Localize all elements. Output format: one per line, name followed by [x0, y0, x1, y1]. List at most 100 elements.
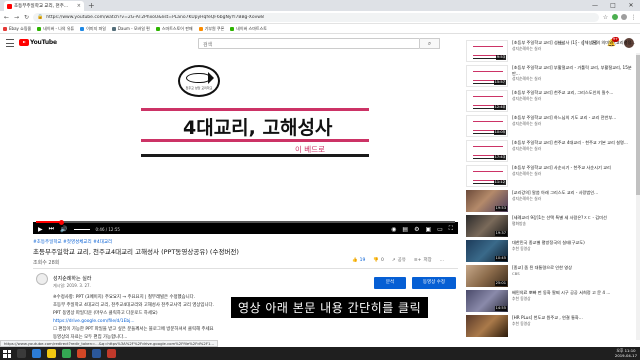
more-actions-button[interactable]: ... [440, 258, 444, 263]
analytics-button[interactable]: 분석 [374, 277, 406, 289]
extension-icon[interactable] [612, 14, 618, 20]
autoplay-toggle-icon[interactable]: ◉ [391, 226, 396, 233]
video-thumbnail[interactable]: 25:01 [466, 265, 508, 287]
forward-icon[interactable]: → [13, 14, 20, 21]
recommended-video[interactable]: 14:55 배민의료 뽀빠 펀 동화 팔찌 시구 공공 서희정 고 문 4 ...… [466, 290, 636, 312]
view-count: 조회수 28회 [33, 260, 60, 266]
video-duration: 25:01 [494, 281, 507, 286]
page-scrollbar[interactable] [636, 53, 640, 340]
video-frame[interactable]: 천주교 성당 교리학교 4대교리, 고해성사 이 베드로 [33, 53, 458, 222]
scrollbar-thumb[interactable] [636, 55, 640, 195]
bookmark-favicon-icon [230, 26, 235, 31]
video-thumbnail[interactable]: 11:12 [466, 165, 508, 187]
browser-menu-icon[interactable]: ⋮ [630, 14, 637, 21]
captions-icon[interactable]: ▤ [402, 226, 408, 233]
url-field[interactable]: 🔒 https://www.youtube.com/watch?v=2G-AT2… [33, 12, 599, 22]
bookmark-item[interactable]: 스마트스토어 판매 [155, 26, 193, 32]
reload-icon[interactable]: ↻ [23, 14, 30, 21]
video-thumbnail[interactable]: 10:45 [466, 240, 508, 262]
settings-gear-icon[interactable]: ⚙ [414, 226, 419, 233]
link-status-bar: https://www.youtube.com/redirect?redir_t… [0, 340, 219, 347]
like-button[interactable]: 👍 19 [352, 258, 365, 263]
video-thumbnail[interactable]: 19:53 [466, 190, 508, 212]
miniplayer-icon[interactable]: ▣ [425, 226, 431, 233]
video-progress-bar[interactable] [36, 219, 455, 225]
hamburger-menu-icon[interactable] [6, 39, 14, 47]
bookmark-item[interactable]: Daum - 모바일 편 [111, 26, 150, 32]
thumbs-up-icon: 👍 [352, 257, 358, 263]
profile-icon[interactable] [621, 14, 627, 20]
recommended-video-channel: 성지순례하는 실라 [512, 170, 542, 176]
recommended-video-title[interactable]: [초등부 주일학교 교리] 부활절교리 - 가톨릭 교리, 부활절교리, 15분… [512, 65, 636, 76]
browser-tab-strip: 초등부주일학교 교리, 천주... × + — □ ✕ [0, 0, 640, 11]
video-player[interactable]: 천주교 성당 교리학교 4대교리, 고해성사 이 베드로 ▶ ⏭ 🔊 0:46 … [33, 53, 458, 234]
media-app-icon[interactable] [107, 349, 116, 358]
word-icon[interactable] [92, 349, 101, 358]
recommended-video-channel: 성지순례하는 실라 [512, 195, 542, 201]
video-duration: 14:55 [494, 306, 507, 311]
bookmark-star-icon[interactable]: ☆ [602, 14, 609, 21]
maximize-button[interactable]: □ [604, 0, 622, 11]
video-thumbnail[interactable]: 9:53 [466, 40, 508, 62]
video-thumbnail[interactable]: 14:55 [466, 290, 508, 312]
description-link[interactable]: https://drive.google.com/file/d/1Ebj... [53, 318, 413, 326]
video-thumbnail[interactable]: 17:43 [466, 140, 508, 162]
video-thumbnail[interactable]: 10:05 [466, 115, 508, 137]
video-thumbnail[interactable]: 19:37 [466, 215, 508, 237]
recommended-video[interactable]: 15:57 [초등부 주일학교 교리] 부활절교리 - 가톨릭 교리, 부활절교리… [466, 65, 636, 87]
task-view-icon[interactable] [17, 349, 26, 358]
video-thumbnail[interactable] [466, 315, 508, 337]
back-icon[interactable]: ← [3, 14, 10, 21]
new-tab-button[interactable]: + [88, 1, 95, 10]
edge-browser-icon[interactable] [32, 349, 41, 358]
recommended-video-title[interactable]: [초등부 주일학교 교리] 성체성사 (1) - 성체성사의 의미와 (교리평정… [512, 40, 636, 46]
video-thumbnail[interactable]: 12:40 [466, 90, 508, 112]
like-count: 19 [359, 257, 366, 263]
next-icon[interactable]: ⏭ [49, 225, 54, 233]
video-hashtags[interactable]: #초등주일학교 #첫영성체교리 #4대교리 [33, 239, 112, 245]
channel-avatar[interactable] [36, 273, 48, 285]
recommended-video[interactable]: 12:40 [초등부 주일학교 교리] 천주교 교리, 그리스도인의 필수... 성… [466, 90, 636, 112]
browser-tab[interactable]: 초등부주일학교 교리, 천주... × [4, 1, 84, 11]
edit-video-button[interactable]: 동영상 수정 [412, 277, 456, 289]
dislike-button[interactable]: 👎 0 [373, 258, 383, 263]
recommended-video[interactable]: 10:05 [초등부 주일학교 교리] 하느님의 기도 교리 - 교리 전반부..… [466, 115, 636, 137]
search-input[interactable]: 검색 [198, 38, 420, 49]
recommended-video-title[interactable]: [초등부 주일학교 교리] 천주교 4대교리 - 천주교 기본 교리 설명... [512, 140, 636, 146]
bookmark-item[interactable]: 네이버 - 나의 유튜 [37, 26, 74, 32]
search-button[interactable]: ⌕ [420, 38, 440, 49]
minimize-button[interactable]: — [586, 0, 604, 11]
bookmark-favicon-icon [111, 26, 116, 31]
video-thumbnail[interactable]: 15:57 [466, 65, 508, 87]
divider [33, 268, 458, 269]
tab-close-icon[interactable]: × [77, 3, 81, 9]
recommended-video[interactable]: 11:12 [초등부 주일학교 교리] 사순시기 - 천주교 사순시기 교리 성지순… [466, 165, 636, 187]
volume-icon[interactable]: 🔊 [60, 226, 67, 233]
recommended-video[interactable]: 10:45 대한민국 종교별 평방정국의 실태(구교도) 추천 동영상 [466, 240, 636, 262]
recommended-video[interactable]: [HR PLus] 천도교 원주교 , 연결 통화... 추천 동영상 [466, 315, 636, 337]
recommended-video[interactable]: 17:43 [초등부 주일학교 교리] 천주교 4대교리 - 천주교 기본 교리 … [466, 140, 636, 162]
file-explorer-icon[interactable] [47, 349, 56, 358]
recommended-video[interactable]: 25:01 [종교] 좀 된 대통령으로 인한 영상 CBS [466, 265, 636, 287]
channel-name[interactable]: 성지순례하는 실라 [53, 275, 91, 282]
youtube-logo[interactable]: YouTube [19, 39, 57, 46]
windows-start-icon[interactable] [3, 349, 11, 358]
powerpoint-icon[interactable] [77, 349, 86, 358]
chrome-browser-icon[interactable] [62, 349, 71, 358]
share-button[interactable]: ↗ 공유 [392, 257, 406, 264]
bookmark-item[interactable]: Ebay 쇼핑몰 [3, 26, 31, 32]
recommended-video[interactable]: 19:53 [교리강의] 말씀 아래 그리스도 교리 - 사랑법인... 성지순례하… [466, 190, 636, 212]
bookmark-item[interactable]: 이미지 파일 [80, 26, 106, 32]
recommended-video[interactable]: 19:37 [세례교리 9강]1는 선택 특별 세 사람은?ㅈㄷ - 김미선 평화방… [466, 215, 636, 237]
volume-slider[interactable] [73, 228, 90, 230]
system-clock[interactable]: 오후 11:10 2019-04-17 [615, 348, 637, 358]
play-icon[interactable]: ▶ [38, 226, 43, 233]
bookmark-item[interactable]: 네이버 스마트스토 [230, 26, 267, 32]
close-window-button[interactable]: ✕ [622, 0, 640, 11]
theater-mode-icon[interactable]: ▭ [437, 226, 443, 233]
bookmark-label: Ebay 쇼핑몰 [9, 25, 32, 31]
fullscreen-icon[interactable]: ⛶ [449, 225, 453, 233]
recommended-video[interactable]: 9:53 [초등부 주일학교 교리] 성체성사 (1) - 성체성사의 의미와 (… [466, 40, 636, 62]
save-button[interactable]: ≡+ 저장 [414, 257, 432, 264]
bookmark-item[interactable]: 기부원 쿠폰 [198, 26, 224, 32]
